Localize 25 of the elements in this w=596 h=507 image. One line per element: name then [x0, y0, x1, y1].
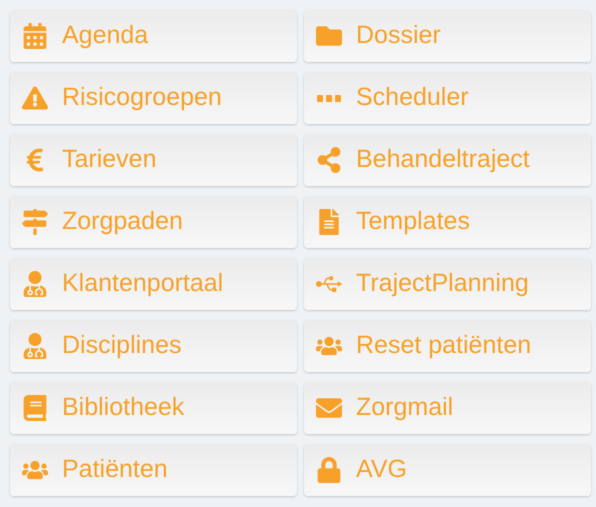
calendar-icon — [22, 23, 48, 49]
menu-button[interactable]: Reset patiënten — [304, 320, 591, 372]
menu-button[interactable]: Bibliotheek — [10, 382, 297, 434]
warning-icon — [22, 85, 48, 111]
menu-button[interactable]: Tarieven — [10, 134, 297, 186]
menu-button[interactable]: TrajectPlanning — [304, 258, 591, 310]
lock-icon — [316, 457, 342, 483]
menu-button[interactable]: Patiënten — [10, 444, 297, 496]
menu-button[interactable]: AVG — [304, 444, 591, 496]
menu-button[interactable]: Risicogroepen — [10, 72, 297, 124]
book-icon — [22, 395, 48, 421]
menu-button[interactable]: Dossier — [304, 10, 591, 62]
menu-button[interactable]: Klantenportaal — [10, 258, 297, 310]
menu-button[interactable]: Agenda — [10, 10, 297, 62]
menu-button[interactable]: Zorgmail — [304, 382, 591, 434]
menu-button[interactable]: Disciplines — [10, 320, 297, 372]
doctor-icon — [22, 271, 48, 297]
menu-button[interactable]: Scheduler — [304, 72, 591, 124]
menu-button[interactable]: Zorgpaden — [10, 196, 297, 248]
doctor-icon — [22, 333, 48, 359]
signpost-icon — [22, 209, 48, 235]
menu-button[interactable]: Templates — [304, 196, 591, 248]
dots-icon — [317, 94, 341, 102]
share-icon — [316, 147, 342, 173]
menu-button[interactable]: Behandeltraject — [304, 134, 591, 186]
